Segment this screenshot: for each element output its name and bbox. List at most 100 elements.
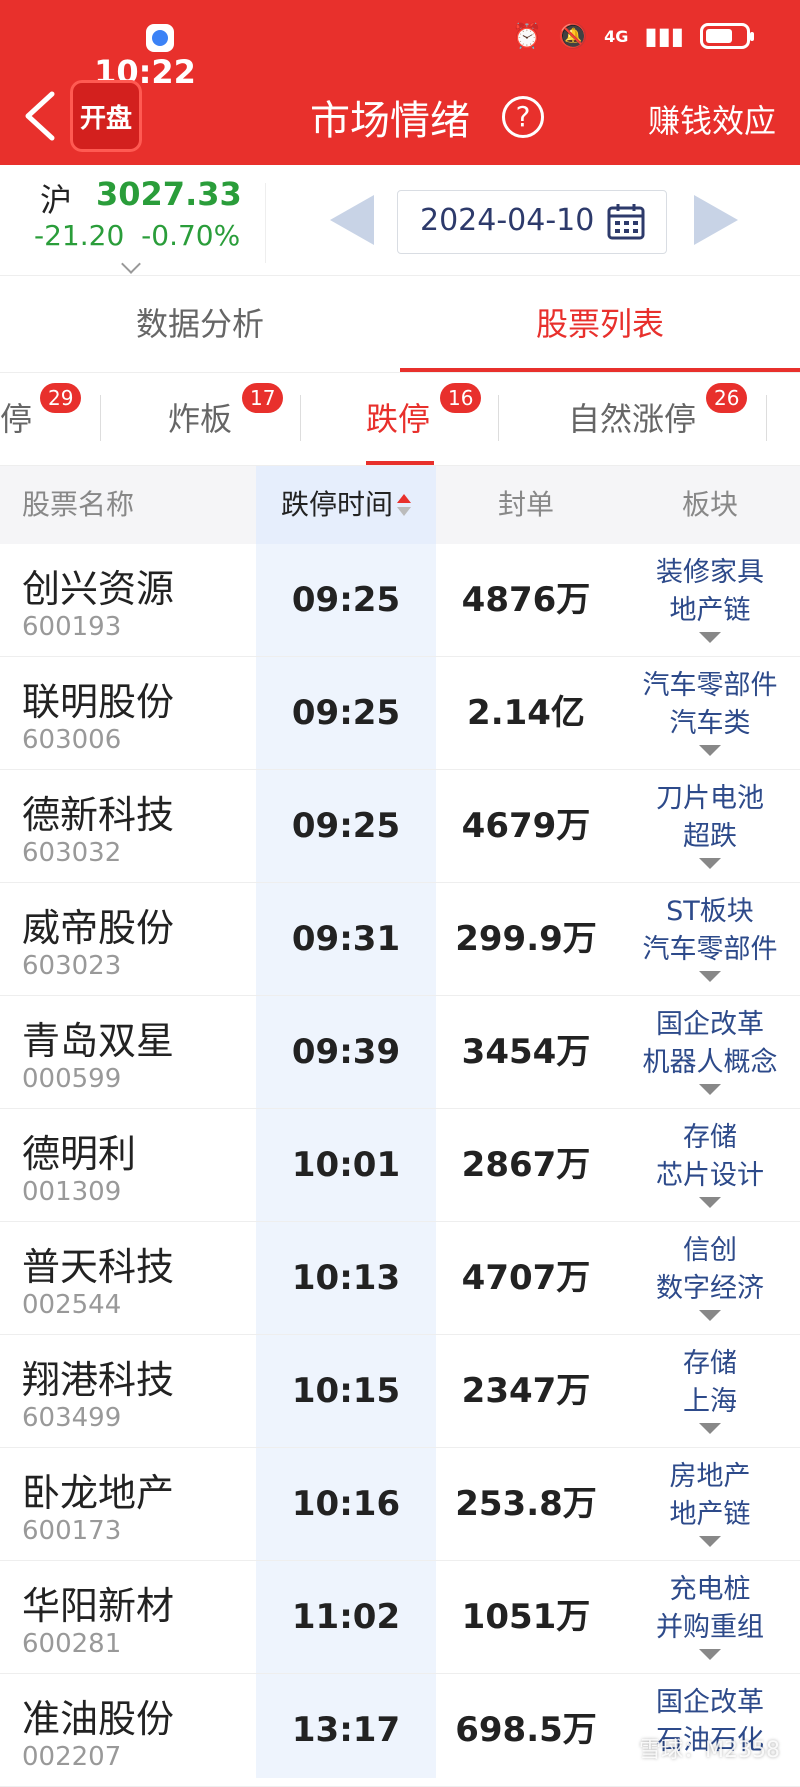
subtab-broken-board[interactable]: 炸板 bbox=[168, 373, 232, 465]
active-subtab-indicator bbox=[366, 461, 434, 465]
table-row[interactable]: 普天科技 002544 10:13 4707万 信创 数字经济 bbox=[0, 1222, 800, 1335]
table-row[interactable]: 德明利 001309 10:01 2867万 存储 芯片设计 bbox=[0, 1109, 800, 1222]
app-logo[interactable]: 开盘 bbox=[70, 80, 142, 152]
limit-down-time: 09:31 bbox=[291, 919, 401, 959]
column-header-seal[interactable]: 封单 bbox=[436, 466, 616, 544]
notification-app-icon bbox=[146, 24, 174, 52]
expand-caret-icon[interactable] bbox=[699, 1423, 721, 1434]
stock-code: 002544 bbox=[22, 1290, 122, 1320]
count-badge: 17 bbox=[242, 383, 284, 413]
back-arrow-icon[interactable] bbox=[22, 90, 58, 142]
sort-icon bbox=[397, 494, 411, 518]
sector-tags[interactable]: 汽车零部件 汽车类 bbox=[620, 667, 800, 756]
table-row[interactable]: 翔港科技 603499 10:15 2347万 存储 上海 bbox=[0, 1335, 800, 1448]
limit-down-time: 09:25 bbox=[291, 806, 401, 846]
sector-primary: 房地产 bbox=[669, 1461, 751, 1492]
sector-tags[interactable]: 充电桩 并购重组 bbox=[620, 1571, 800, 1660]
limit-down-time: 10:13 bbox=[291, 1258, 401, 1298]
table-row[interactable]: 华阳新材 600281 11:02 1051万 充电桩 并购重组 bbox=[0, 1561, 800, 1674]
stock-name: 准油股份 bbox=[22, 1697, 175, 1741]
signal-icon: ▮▮▮ bbox=[644, 22, 684, 50]
sector-primary: 汽车零部件 bbox=[642, 670, 778, 701]
sector-primary: 装修家具 bbox=[656, 557, 764, 588]
sector-tags[interactable]: 国企改革 机器人概念 bbox=[620, 1006, 800, 1095]
expand-caret-icon[interactable] bbox=[699, 858, 721, 869]
network-label: 4G bbox=[604, 26, 629, 46]
expand-caret-icon[interactable] bbox=[699, 971, 721, 982]
prev-date-arrow-icon[interactable] bbox=[330, 195, 374, 245]
sector-secondary: 地产链 bbox=[669, 595, 751, 626]
column-header-sector[interactable]: 板块 bbox=[620, 466, 800, 544]
stock-code: 001309 bbox=[22, 1177, 122, 1207]
calendar-icon bbox=[607, 204, 645, 240]
index-expand-chevron-icon[interactable] bbox=[121, 254, 141, 274]
seal-amount: 299.9万 bbox=[455, 919, 597, 959]
subtab-limit-up[interactable]: 停 bbox=[0, 373, 32, 465]
expand-caret-icon[interactable] bbox=[699, 1197, 721, 1208]
seal-amount: 3454万 bbox=[461, 1032, 591, 1072]
stock-code: 002207 bbox=[22, 1742, 122, 1772]
subtab-limit-down[interactable]: 跌停 bbox=[366, 373, 430, 465]
sector-primary: 充电桩 bbox=[669, 1574, 751, 1605]
next-date-arrow-icon[interactable] bbox=[694, 195, 738, 245]
sector-primary: 刀片电池 bbox=[656, 783, 764, 814]
table-row[interactable]: 创兴资源 600193 09:25 4876万 装修家具 地产链 bbox=[0, 544, 800, 657]
sector-tags[interactable]: 房地产 地产链 bbox=[620, 1458, 800, 1547]
active-tab-indicator bbox=[400, 368, 800, 372]
stock-code: 603032 bbox=[22, 838, 122, 868]
expand-caret-icon[interactable] bbox=[699, 1084, 721, 1095]
column-header-time[interactable]: 跌停时间 bbox=[256, 466, 436, 544]
table-row[interactable]: 卧龙地产 600173 10:16 253.8万 房地产 地产链 bbox=[0, 1448, 800, 1561]
stock-code: 600281 bbox=[22, 1629, 122, 1659]
seal-amount: 4876万 bbox=[461, 580, 591, 620]
tab-data-analysis[interactable]: 数据分析 bbox=[0, 276, 400, 372]
limit-down-time: 09:25 bbox=[291, 580, 401, 620]
page-title: 市场情绪 bbox=[310, 98, 470, 144]
tab-stock-list[interactable]: 股票列表 bbox=[400, 276, 800, 372]
stock-name: 德明利 bbox=[22, 1132, 137, 1176]
sector-secondary: 数字经济 bbox=[656, 1273, 764, 1304]
table-row[interactable]: 德新科技 603032 09:25 4679万 刀片电池 超跌 bbox=[0, 770, 800, 883]
seal-amount: 2.14亿 bbox=[467, 693, 585, 733]
alarm-icon: ⏰ bbox=[512, 22, 543, 50]
seal-amount: 4679万 bbox=[461, 806, 591, 846]
limit-down-time: 10:16 bbox=[291, 1484, 401, 1524]
sector-tags[interactable]: 信创 数字经济 bbox=[620, 1232, 800, 1321]
status-icons: ⏰ 🔕 4G ▮▮▮ bbox=[512, 22, 754, 50]
limit-down-time: 11:02 bbox=[291, 1597, 401, 1637]
expand-caret-icon[interactable] bbox=[699, 1310, 721, 1321]
limit-down-time: 13:17 bbox=[291, 1710, 401, 1750]
sector-primary: ST板块 bbox=[666, 896, 754, 927]
mute-icon: 🔕 bbox=[558, 22, 589, 50]
column-header-name[interactable]: 股票名称 bbox=[22, 466, 134, 544]
index-strip: 沪 3027.33 -21.20 -0.70% 2024-04-10 bbox=[0, 165, 800, 276]
expand-caret-icon[interactable] bbox=[699, 1536, 721, 1547]
sector-tags[interactable]: 存储 上海 bbox=[620, 1345, 800, 1434]
table-row[interactable]: 威帝股份 603023 09:31 299.9万 ST板块 汽车零部件 bbox=[0, 883, 800, 996]
expand-caret-icon[interactable] bbox=[699, 632, 721, 643]
sector-tags[interactable]: 刀片电池 超跌 bbox=[620, 780, 800, 869]
sector-tags[interactable]: ST板块 汽车零部件 bbox=[620, 893, 800, 982]
table-row[interactable]: 准油股份 002207 13:17 698.5万 国企改革 石油石化 bbox=[0, 1674, 800, 1787]
stock-code: 603006 bbox=[22, 725, 122, 755]
subtab-natural-limit-up[interactable]: 自然涨停 bbox=[568, 373, 696, 465]
index-change: -21.20 -0.70% bbox=[34, 219, 240, 252]
expand-caret-icon[interactable] bbox=[699, 1649, 721, 1660]
table-row[interactable]: 青岛双星 000599 09:39 3454万 国企改革 机器人概念 bbox=[0, 996, 800, 1109]
seal-amount: 4707万 bbox=[461, 1258, 591, 1298]
help-icon[interactable]: ? bbox=[502, 96, 544, 138]
sector-primary: 国企改革 bbox=[656, 1009, 764, 1040]
profit-effect-link[interactable]: 赚钱效应 bbox=[648, 96, 776, 142]
subtab-label: 自然涨停 bbox=[568, 400, 697, 438]
expand-caret-icon[interactable] bbox=[699, 745, 721, 756]
divider bbox=[766, 395, 767, 441]
table-row[interactable]: 联明股份 603006 09:25 2.14亿 汽车零部件 汽车类 bbox=[0, 657, 800, 770]
date-value: 2024-04-10 bbox=[420, 203, 595, 238]
seal-amount: 2867万 bbox=[461, 1145, 591, 1185]
sector-tags[interactable]: 存储 芯片设计 bbox=[620, 1119, 800, 1208]
count-badge: 29 bbox=[40, 383, 82, 413]
stock-name: 德新科技 bbox=[22, 793, 175, 837]
date-picker[interactable]: 2024-04-10 bbox=[397, 190, 667, 254]
index-change-pct: -0.70% bbox=[141, 219, 241, 252]
sector-tags[interactable]: 装修家具 地产链 bbox=[620, 554, 800, 643]
